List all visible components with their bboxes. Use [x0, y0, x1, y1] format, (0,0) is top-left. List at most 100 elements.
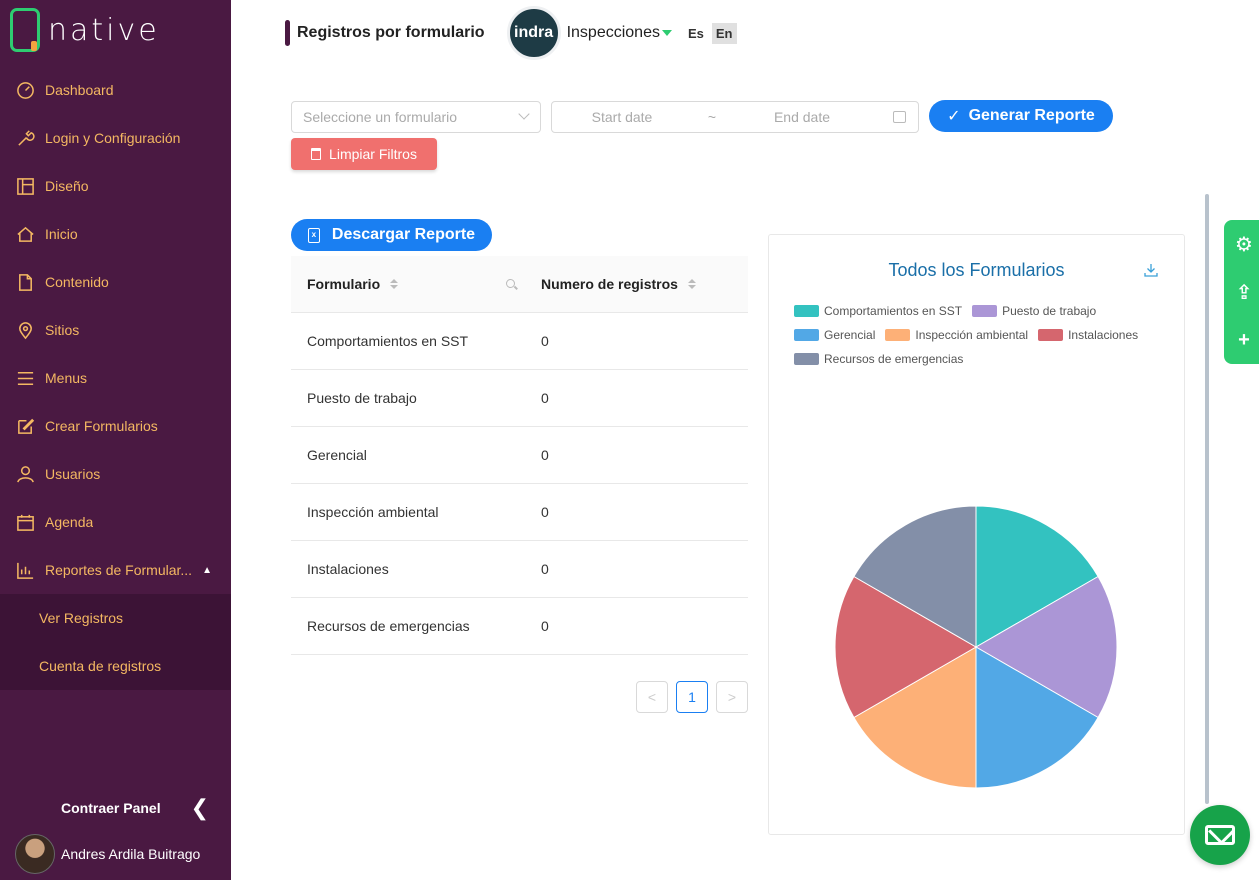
- file-icon: [15, 272, 35, 292]
- legend-label: Gerencial: [824, 328, 876, 342]
- legend-item[interactable]: Comportamientos en SST: [794, 299, 962, 323]
- next-page-button[interactable]: >: [716, 681, 748, 713]
- logo[interactable]: native: [10, 8, 160, 52]
- clear-filters-label: Limpiar Filtros: [329, 146, 417, 162]
- cell-form: Gerencial: [307, 447, 367, 463]
- legend-swatch: [794, 353, 819, 365]
- page-title: Registros por formulario: [297, 24, 485, 41]
- cell-count: 0: [541, 561, 549, 577]
- calendar-icon: [893, 111, 906, 123]
- add-icon[interactable]: +: [1238, 329, 1250, 352]
- table-row: Instalaciones 0: [291, 541, 748, 598]
- sidebar-item-contenido[interactable]: Contenido: [0, 258, 231, 306]
- location-pin-icon: [15, 320, 35, 340]
- legend-item[interactable]: Instalaciones: [1038, 323, 1138, 347]
- company-select[interactable]: Inspecciones: [567, 24, 672, 42]
- home-icon: [15, 224, 35, 244]
- lang-es-button[interactable]: Es: [684, 23, 708, 44]
- date-range-picker[interactable]: Start date ~ End date: [551, 101, 919, 133]
- legend-item[interactable]: Gerencial: [794, 323, 875, 347]
- download-report-button[interactable]: x Descargar Reporte: [291, 219, 492, 251]
- avatar: [15, 834, 55, 874]
- column-header-numero[interactable]: Numero de registros: [541, 276, 696, 292]
- wrench-icon: [15, 128, 35, 148]
- generate-report-button[interactable]: ✓ Generar Reporte: [929, 100, 1113, 132]
- download-icon[interactable]: [1144, 263, 1158, 277]
- legend-item[interactable]: Inspección ambiental: [885, 323, 1028, 347]
- collapse-panel-label: Contraer Panel: [61, 800, 161, 816]
- company-logo: indra: [506, 6, 561, 60]
- mail-icon: [1205, 825, 1235, 845]
- sidebar-item-reportes[interactable]: Reportes de Formular... ▲: [0, 546, 231, 594]
- date-separator: ~: [707, 109, 717, 125]
- legend-label: Recursos de emergencias: [824, 352, 964, 366]
- sidebar-item-usuarios[interactable]: Usuarios: [0, 450, 231, 498]
- sidebar-item-diseno[interactable]: Diseño: [0, 162, 231, 210]
- sidebar-item-login-config[interactable]: Login y Configuración: [0, 114, 231, 162]
- legend-swatch: [794, 329, 819, 341]
- download-report-label: Descargar Reporte: [331, 226, 476, 243]
- sidebar-item-label: Menus: [45, 370, 88, 386]
- chart-card: Todos los Formularios Comportamientos en…: [768, 234, 1185, 835]
- sidebar-item-dashboard[interactable]: Dashboard: [0, 66, 231, 114]
- column-header-formulario[interactable]: Formulario: [307, 276, 399, 292]
- lang-en-button[interactable]: En: [711, 22, 737, 44]
- search-icon[interactable]: [506, 279, 515, 288]
- sidebar-item-agenda[interactable]: Agenda: [0, 498, 231, 546]
- cell-form: Recursos de emergencias: [307, 618, 470, 634]
- caret-down-icon: [661, 30, 672, 36]
- gauge-icon: [15, 80, 35, 100]
- layout-icon: [15, 176, 35, 196]
- pie-chart: [834, 505, 1118, 789]
- settings-icon[interactable]: ⚙: [1235, 232, 1253, 257]
- legend-item[interactable]: Recursos de emergencias: [794, 347, 963, 371]
- sidebar-subitem-cuenta-registros[interactable]: Cuenta de registros: [0, 642, 231, 690]
- sidebar-nav: Dashboard Login y Configuración Diseño I…: [0, 66, 231, 690]
- collapse-panel-button[interactable]: Contraer Panel ❮: [61, 795, 210, 820]
- forms-table: Formulario Numero de registros Comportam…: [291, 256, 748, 655]
- sort-icon: [687, 279, 696, 289]
- sidebar-subitem-ver-registros[interactable]: Ver Registros: [0, 594, 231, 642]
- end-date-input[interactable]: End date: [732, 109, 872, 125]
- sidebar-item-crear-formularios[interactable]: Crear Formularios: [0, 402, 231, 450]
- chevron-down-icon: [518, 108, 530, 120]
- sidebar-item-sitios[interactable]: Sitios: [0, 306, 231, 354]
- sidebar-item-label: Crear Formularios: [45, 418, 158, 434]
- mail-button[interactable]: [1190, 805, 1250, 865]
- clear-filters-button[interactable]: Limpiar Filtros: [291, 138, 437, 170]
- language-switch: Es En: [684, 22, 737, 44]
- sidebar-item-label: Usuarios: [45, 466, 101, 482]
- legend-label: Comportamientos en SST: [824, 304, 963, 318]
- chart-title: Todos los Formularios: [888, 260, 1065, 280]
- form-select-placeholder: Seleccione un formulario: [303, 109, 458, 125]
- user-profile[interactable]: Andres Ardila Buitrago: [15, 834, 200, 874]
- page-header: Registros por formulario indra Inspeccio…: [285, 6, 737, 60]
- chevron-left-icon: ❮: [190, 795, 210, 820]
- sidebar-item-menus[interactable]: Menus: [0, 354, 231, 402]
- page-1-button[interactable]: 1: [676, 681, 708, 713]
- share-icon[interactable]: ⇪: [1236, 280, 1253, 305]
- calendar-icon: [15, 512, 35, 532]
- column-header-label: Formulario: [307, 276, 381, 292]
- scrollbar[interactable]: [1205, 194, 1209, 804]
- cell-count: 0: [541, 390, 549, 406]
- company-logo-text: indra: [514, 24, 554, 41]
- chart-legend: Comportamientos en SST Puesto de trabajo G…: [794, 299, 1164, 371]
- form-select[interactable]: Seleccione un formulario: [291, 101, 541, 133]
- sidebar-item-label: Contenido: [45, 274, 109, 290]
- floating-toolbar: ⚙ ⇪ +: [1224, 220, 1259, 364]
- check-icon: ✓: [947, 108, 961, 125]
- prev-page-button[interactable]: <: [636, 681, 668, 713]
- bar-chart-icon: [15, 560, 35, 580]
- menu-icon: [15, 368, 35, 388]
- sidebar-item-inicio[interactable]: Inicio: [0, 210, 231, 258]
- legend-item[interactable]: Puesto de trabajo: [972, 299, 1096, 323]
- reportes-submenu: Ver Registros Cuenta de registros: [0, 594, 231, 690]
- legend-swatch: [794, 305, 819, 317]
- legend-label: Instalaciones: [1068, 328, 1139, 342]
- generate-report-label: Generar Reporte: [968, 107, 1095, 124]
- start-date-input[interactable]: Start date: [552, 109, 692, 125]
- sidebar-item-label: Agenda: [45, 514, 94, 530]
- edit-icon: [15, 416, 35, 436]
- sidebar-item-label: Reportes de Formular...: [45, 562, 193, 578]
